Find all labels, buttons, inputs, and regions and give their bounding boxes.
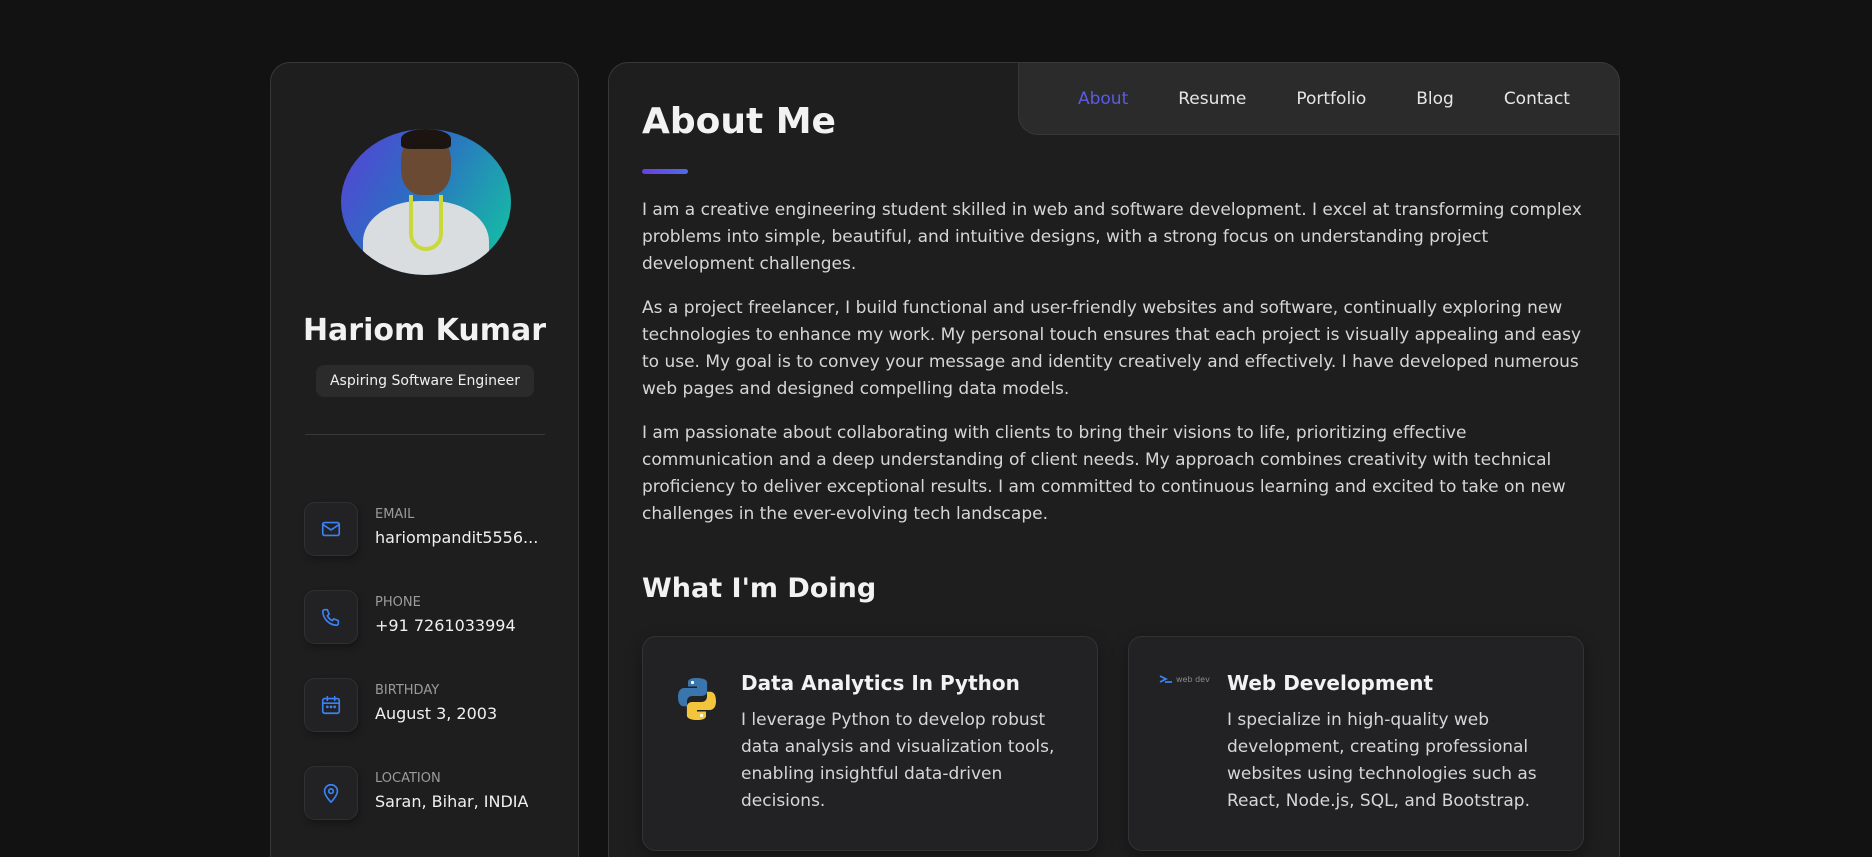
main-content: About Resume Portfolio Blog Contact Abou… [608,62,1620,857]
nav-resume[interactable]: Resume [1178,89,1246,109]
contact-location: LOCATION Saran, Bihar, INDIA [305,767,545,821]
phone-icon [305,591,357,643]
contact-phone: PHONE +91 7261033994 [305,591,545,645]
divider [305,434,545,435]
profile-name: Hariom Kumar [302,313,547,348]
contact-email: EMAIL hariompandit5556... [305,503,545,557]
profile-sidebar: Hariom Kumar Aspiring Software Engineer … [270,62,579,857]
birthday-value: August 3, 2003 [375,704,498,723]
page: Hariom Kumar Aspiring Software Engineer … [0,0,1872,857]
nav-contact[interactable]: Contact [1504,89,1570,109]
web-dev-logo-text: web dev [1176,674,1210,684]
role-badge: Aspiring Software Engineer [316,365,534,397]
page-title: About Me [642,101,836,142]
section-title: What I'm Doing [642,573,877,604]
service-description: I specialize in high-quality web develop… [1227,710,1537,811]
contact-label: BIRTHDAY [375,683,440,698]
about-paragraph: I am passionate about collaborating with… [642,423,1566,524]
contact-birthday: BIRTHDAY August 3, 2003 [305,679,545,733]
nav-portfolio[interactable]: Portfolio [1296,89,1366,109]
nav-about[interactable]: About [1078,89,1128,109]
service-description: I leverage Python to develop robust data… [741,710,1055,811]
phone-link[interactable]: +91 7261033994 [375,616,516,635]
service-title: Web Development [1227,671,1434,695]
contact-label: EMAIL [375,507,415,522]
nav-blog[interactable]: Blog [1416,89,1454,109]
avatar [341,129,511,275]
service-card: Data Analytics In Python I leverage Pyth… [642,636,1098,851]
service-card: web dev Web Development I specialize in … [1128,636,1584,851]
email-link[interactable]: hariompandit5556... [375,528,538,547]
mail-icon [305,503,357,555]
location-value: Saran, Bihar, INDIA [375,792,529,811]
web-dev-logo-icon: web dev [1159,674,1210,684]
calendar-icon [305,679,357,731]
about-paragraph: As a project freelancer, I build functio… [642,298,1582,399]
navbar: About Resume Portfolio Blog Contact [1018,62,1620,135]
contact-label: LOCATION [375,771,441,786]
contact-label: PHONE [375,595,421,610]
service-title: Data Analytics In Python [741,671,1020,695]
location-pin-icon [305,767,357,819]
about-paragraph: I am a creative engineering student skil… [642,200,1582,274]
python-logo-icon [673,675,721,727]
title-underline [642,169,688,174]
